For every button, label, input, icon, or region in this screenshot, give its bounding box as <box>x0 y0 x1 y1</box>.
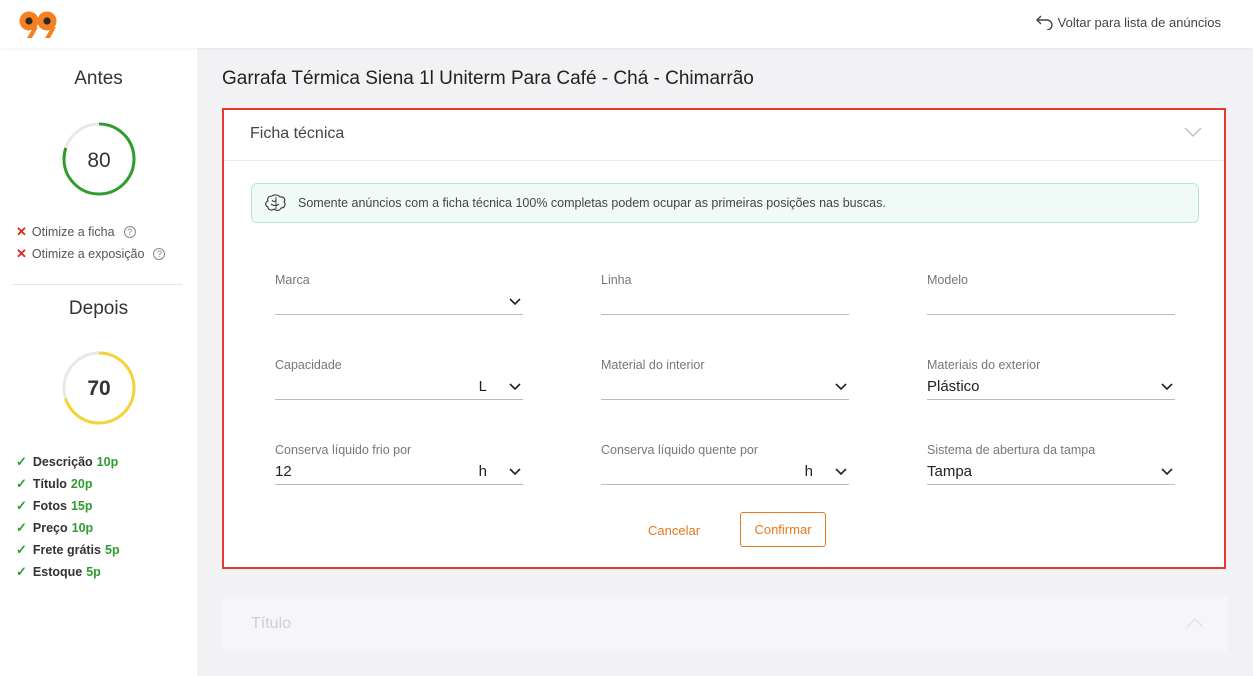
check-points: 5p <box>105 543 120 557</box>
line-input[interactable] <box>601 291 849 315</box>
brand-select[interactable] <box>275 291 523 315</box>
hot-retention-field[interactable]: Conserva líquido quente por h <box>601 443 849 485</box>
chevron-down-icon <box>1161 383 1173 391</box>
chevron-down-icon[interactable] <box>1184 126 1202 138</box>
check-label: Preço <box>32 521 68 535</box>
top-bar: Voltar para lista de anúncios <box>0 0 1253 48</box>
field-label: Linha <box>601 273 632 287</box>
check-item: ✓ Estoque 5p <box>16 564 101 580</box>
back-label: Voltar para lista de anúncios <box>1057 14 1221 30</box>
field-value: Plástico <box>927 378 980 395</box>
chevron-down-icon[interactable] <box>835 466 847 476</box>
back-arrow-icon <box>1035 15 1053 30</box>
lid-system-field[interactable]: Sistema de abertura da tampa Tampa <box>927 443 1175 485</box>
check-points: 5p <box>86 565 101 579</box>
field-label: Material do interior <box>601 358 705 372</box>
x-icon: ✕ <box>16 246 27 261</box>
check-item: ✓ Fotos 15p <box>16 498 92 514</box>
help-icon[interactable]: ? <box>123 226 136 238</box>
chevron-down-icon[interactable] <box>509 466 521 476</box>
model-input[interactable] <box>927 291 1175 315</box>
score-sidebar: Antes 80 ✕ Otimize a ficha ? ✕ Otimize a… <box>0 48 197 676</box>
check-points: 20p <box>70 477 93 491</box>
check-icon: ✓ <box>16 520 27 535</box>
chevron-down-icon[interactable] <box>509 381 521 391</box>
logo-99-icon[interactable] <box>18 10 58 40</box>
check-label: Estoque <box>32 565 83 579</box>
technical-sheet-card: Ficha técnica Somente anúncios com a fic… <box>222 108 1226 569</box>
before-score: 80 <box>87 149 111 172</box>
check-label: Frete grátis <box>32 543 101 557</box>
exterior-material-select[interactable]: Plástico <box>927 376 1175 400</box>
check-icon: ✓ <box>16 476 27 491</box>
capacity-field[interactable]: Capacidade L <box>275 358 523 400</box>
check-item: ✓ Título 20p <box>16 476 92 492</box>
field-value: Tampa <box>927 463 973 480</box>
before-title: Antes <box>74 68 123 89</box>
lid-system-select[interactable]: Tampa <box>927 461 1175 485</box>
after-score: 70 <box>87 377 111 400</box>
brand-field[interactable]: Marca <box>275 273 523 315</box>
cancel-button[interactable]: Cancelar <box>648 523 700 538</box>
chevron-down-icon <box>835 383 847 391</box>
check-points: 10p <box>71 521 94 535</box>
exterior-material-field[interactable]: Materiais do exterior Plástico <box>927 358 1175 400</box>
line-field[interactable]: Linha <box>601 273 849 315</box>
check-icon: ✓ <box>16 498 27 513</box>
check-item: ✓ Frete grátis 5p <box>16 542 120 558</box>
check-label: Fotos <box>32 499 67 513</box>
chevron-down-icon <box>1161 468 1173 476</box>
interior-material-select[interactable] <box>601 376 849 400</box>
unit-label: L <box>478 378 487 395</box>
product-title: Garrafa Térmica Siena 1l Uniterm Para Ca… <box>222 68 754 89</box>
unit-label: h <box>478 463 487 480</box>
field-label: Conserva líquido frio por <box>275 443 412 457</box>
confirm-button[interactable]: Confirmar <box>740 512 826 547</box>
field-label: Materiais do exterior <box>927 358 1041 372</box>
info-banner: Somente anúncios com a ficha técnica 100… <box>251 183 1199 223</box>
technical-sheet-title: Ficha técnica <box>250 125 345 142</box>
hot-retention-input[interactable]: h <box>601 461 849 485</box>
capacity-input[interactable]: L <box>275 376 523 400</box>
field-label: Sistema de abertura da tampa <box>927 443 1096 457</box>
unit-label: h <box>804 463 813 480</box>
check-icon: ✓ <box>16 454 27 469</box>
cold-retention-input[interactable]: 12 h <box>275 461 523 485</box>
issue-label: Otimize a ficha <box>31 225 115 239</box>
field-label: Conserva líquido quente por <box>601 443 759 457</box>
field-label: Modelo <box>927 273 968 287</box>
interior-material-field[interactable]: Material do interior <box>601 358 849 400</box>
after-title: Depois <box>68 298 129 319</box>
check-points: 10p <box>96 455 119 469</box>
check-label: Descrição <box>32 455 93 469</box>
back-to-list-link[interactable]: Voltar para lista de anúncios <box>1035 14 1221 30</box>
issue-label: Otimize a exposição <box>31 247 145 261</box>
brain-icon <box>265 194 286 211</box>
info-text: Somente anúncios com a ficha técnica 100… <box>298 196 886 210</box>
divider <box>12 284 182 285</box>
check-label: Título <box>32 477 67 491</box>
technical-sheet-header[interactable]: Ficha técnica <box>224 110 1224 161</box>
field-value: 12 <box>275 463 292 480</box>
cold-retention-field[interactable]: Conserva líquido frio por 12 h <box>275 443 523 485</box>
issue-item: ✕ Otimize a exposição ? <box>16 246 166 262</box>
chevron-up-icon[interactable] <box>1186 617 1204 629</box>
title-section-title: Título <box>251 615 292 632</box>
issue-item: ✕ Otimize a ficha ? <box>16 224 136 240</box>
chevron-down-icon <box>509 298 521 306</box>
title-section-card[interactable]: Título <box>222 597 1228 651</box>
check-icon: ✓ <box>16 542 27 557</box>
check-item: ✓ Preço 10p <box>16 520 93 536</box>
field-label: Capacidade <box>275 358 342 372</box>
check-points: 15p <box>70 499 93 513</box>
x-icon: ✕ <box>16 224 27 239</box>
check-item: ✓ Descrição 10p <box>16 454 118 470</box>
model-field[interactable]: Modelo <box>927 273 1175 315</box>
field-label: Marca <box>275 273 310 287</box>
check-icon: ✓ <box>16 564 27 579</box>
help-icon[interactable]: ? <box>153 248 166 260</box>
